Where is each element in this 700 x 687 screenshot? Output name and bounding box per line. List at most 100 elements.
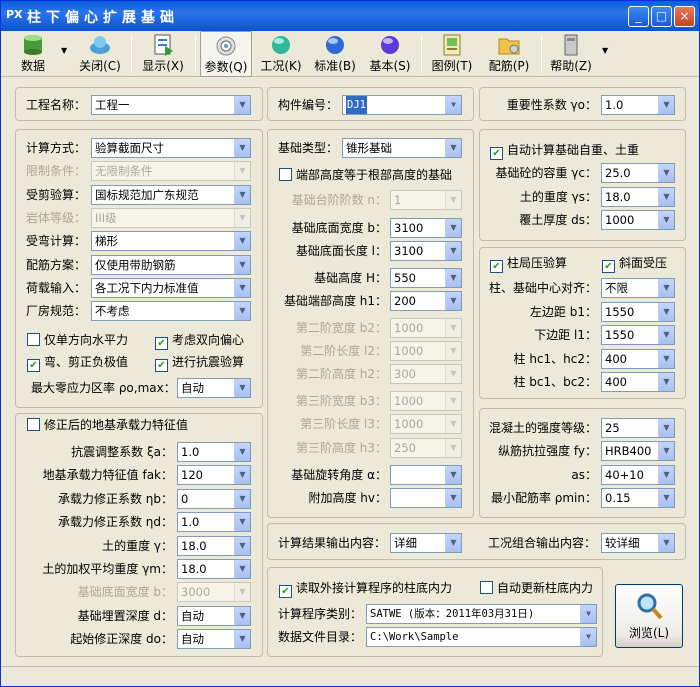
minimize-button[interactable]: _ xyxy=(628,6,649,27)
bearing-row-select[interactable]: 1.0 ▼ xyxy=(177,442,251,462)
chevron-down-icon: ▼ xyxy=(234,466,250,485)
toolbar-data-button[interactable]: 数据 xyxy=(11,31,55,77)
material-row-label: 混凝土的强度等级： xyxy=(488,421,597,435)
bearing-correct-checkbox[interactable]: 修正后的地基承载力特征值 xyxy=(27,417,188,433)
foundation-row-select[interactable]: 3100 ▼ xyxy=(390,218,462,238)
foundation-row-select[interactable]: 200 ▼ xyxy=(390,291,462,311)
toolbar-close-label: 关闭(C) xyxy=(79,59,121,73)
chevron-down-icon: ▼ xyxy=(658,465,674,484)
column-row-label: 柱 bc1、bc2： xyxy=(513,375,597,390)
foundation-row-label: 第二阶长度 l2： xyxy=(300,344,387,358)
bearing-row-select[interactable]: 120 ▼ xyxy=(177,465,251,486)
close-button[interactable]: × xyxy=(674,6,695,27)
zero-stress-select[interactable]: 自动 ▼ xyxy=(177,378,251,398)
data-dir-select[interactable]: C:\Work\Sample ▼ xyxy=(366,627,597,647)
bend-select[interactable]: 梯形 ▼ xyxy=(91,231,251,252)
single-direction-checkbox[interactable]: 仅单方向水平力 xyxy=(27,332,128,348)
bearing-row-select[interactable]: 自动 ▼ xyxy=(177,605,251,626)
column-row-select[interactable]: 400 ▼ xyxy=(601,348,675,369)
purple-ball-icon xyxy=(381,36,399,54)
chevron-down-icon: ▼ xyxy=(234,232,250,251)
weight-row-label: 土的重度 γs： xyxy=(519,189,597,204)
rebar-label: 配筋方案： xyxy=(26,257,87,272)
toolbar-display-button[interactable]: 显示(X) xyxy=(137,31,189,77)
end-height-checkbox[interactable]: 端部高度等于根部高度的基础 xyxy=(279,167,452,183)
material-row-select[interactable]: HRB400 ▼ xyxy=(601,441,675,462)
material-row-label: as： xyxy=(571,467,597,482)
column-row-select[interactable]: 不限 ▼ xyxy=(601,278,675,298)
toolbar-basic-button[interactable]: 基本(S) xyxy=(365,31,415,77)
foundation-row-select[interactable]: 3100 ▼ xyxy=(390,241,462,261)
chevron-down-icon: ▼ xyxy=(445,365,461,383)
database-icon xyxy=(24,35,42,55)
bearing-row-select[interactable]: 18.0 ▼ xyxy=(177,559,251,579)
foundation-row-select[interactable]: ▼ xyxy=(390,465,462,485)
foundation-row-select[interactable]: 550 ▼ xyxy=(390,268,462,288)
checkbox-box xyxy=(279,168,292,181)
auto-weight-checkbox[interactable]: ✔ 自动计算基础自重、土重 xyxy=(490,142,639,160)
toolbar-rebar-button[interactable]: 配筋(P) xyxy=(483,31,535,77)
column-row-select[interactable]: 1550 ▼ xyxy=(601,325,675,346)
component-id-select[interactable]: DJ1 ▼ xyxy=(342,95,462,115)
rebar-select[interactable]: 仅使用带肋钢筋 ▼ xyxy=(91,254,251,275)
material-row-label: 最小配筋率 ρmin： xyxy=(490,490,597,505)
program-type-select[interactable]: SATWE (版本：2011年03月31日) ▼ xyxy=(366,604,597,624)
foundation-row-select[interactable]: ▼ xyxy=(390,488,462,508)
rock-select: III级 ▼ xyxy=(91,207,251,228)
toolbar-display-label: 显示(X) xyxy=(142,59,184,73)
chevron-down-icon: ▼ xyxy=(658,442,674,461)
rock-label: 岩体等级： xyxy=(26,210,87,225)
slope-pressure-checkbox[interactable]: ✔ 斜面受压 xyxy=(602,255,667,273)
checkbox-box: ✔ xyxy=(27,359,40,372)
foundation-row-label: 基础底面宽度 b： xyxy=(291,221,387,235)
material-row-select[interactable]: 40+10 ▼ xyxy=(601,464,675,485)
method-select[interactable]: 验算截面尺寸 ▼ xyxy=(91,138,251,158)
column-row-select[interactable]: 400 ▼ xyxy=(601,372,675,393)
foundation-type-select[interactable]: 锥形基础 ▼ xyxy=(342,138,462,158)
chevron-down-icon: ▼ xyxy=(234,379,250,397)
bearing-row-select[interactable]: 0 ▼ xyxy=(177,488,251,509)
maximize-button[interactable]: □ xyxy=(651,6,672,27)
checkbox-box: ✔ xyxy=(155,359,168,372)
bearing-row-select[interactable]: 自动 ▼ xyxy=(177,629,251,650)
importance-select[interactable]: 1.0 ▼ xyxy=(601,95,675,115)
checkbox-box: ✔ xyxy=(279,585,292,598)
bend-shear-checkbox[interactable]: ✔ 弯、剪正负极值 xyxy=(27,354,128,372)
column-row-select[interactable]: 1550 ▼ xyxy=(601,301,675,322)
weight-row-select[interactable]: 1000 ▼ xyxy=(601,210,675,230)
shear-select[interactable]: 国标规范加广东规范 ▼ xyxy=(91,184,251,205)
chevron-down-icon: ▼ xyxy=(234,162,250,181)
local-pressure-checkbox[interactable]: ✔ 柱局压验算 xyxy=(490,255,567,273)
project-name-select[interactable]: 工程一 ▼ xyxy=(91,95,251,115)
seismic-checkbox[interactable]: ✔ 进行抗震验算 xyxy=(155,354,244,372)
toolbar-standard-button[interactable]: 标准(B) xyxy=(311,31,359,77)
biaxial-checkbox[interactable]: ✔ 考虑双向偏心 xyxy=(155,332,244,350)
weight-row-select[interactable]: 25.0 ▼ xyxy=(601,163,675,183)
toolbar-separator xyxy=(131,35,132,73)
material-row-select[interactable]: 0.15 ▼ xyxy=(601,487,675,508)
bearing-row-select[interactable]: 18.0 ▼ xyxy=(177,535,251,556)
plant-select[interactable]: 不考虑 ▼ xyxy=(91,301,251,322)
toolbar-params-button[interactable]: 参数(Q) xyxy=(200,31,252,77)
combo-output-select[interactable]: 较详细 ▼ xyxy=(601,533,675,553)
help-dropdown-icon[interactable]: ▼ xyxy=(602,46,608,55)
browse-button[interactable]: 浏览(L) xyxy=(615,584,683,648)
read-external-checkbox[interactable]: ✔ 读取外接计算程序的柱底内力 xyxy=(279,580,452,598)
auto-update-checkbox[interactable]: 自动更新柱底内力 xyxy=(480,580,593,596)
toolbar-help-button[interactable]: 帮助(Z) xyxy=(546,31,596,77)
load-select[interactable]: 各工况下内力标准值 ▼ xyxy=(91,277,251,298)
green-ball-icon xyxy=(272,36,290,54)
project-name-label: 工程名称： xyxy=(26,98,87,112)
toolbar-close-button[interactable]: 关闭(C) xyxy=(75,31,125,77)
zero-stress-label: 最大零应力区率 ρo,max： xyxy=(31,381,176,395)
data-dropdown-icon[interactable]: ▼ xyxy=(61,46,67,55)
material-row-select[interactable]: 25 ▼ xyxy=(601,418,675,438)
chevron-down-icon: ▼ xyxy=(445,392,461,410)
toolbar-legend-button[interactable]: 图例(T) xyxy=(427,31,477,77)
result-output-select[interactable]: 详细 ▼ xyxy=(390,533,462,553)
chevron-down-icon: ▼ xyxy=(234,139,250,157)
weight-row-select[interactable]: 18.0 ▼ xyxy=(601,186,675,207)
chevron-down-icon: ▼ xyxy=(580,628,596,646)
bearing-row-select[interactable]: 1.0 ▼ xyxy=(177,512,251,533)
toolbar-case-button[interactable]: 工况(K) xyxy=(257,31,305,77)
